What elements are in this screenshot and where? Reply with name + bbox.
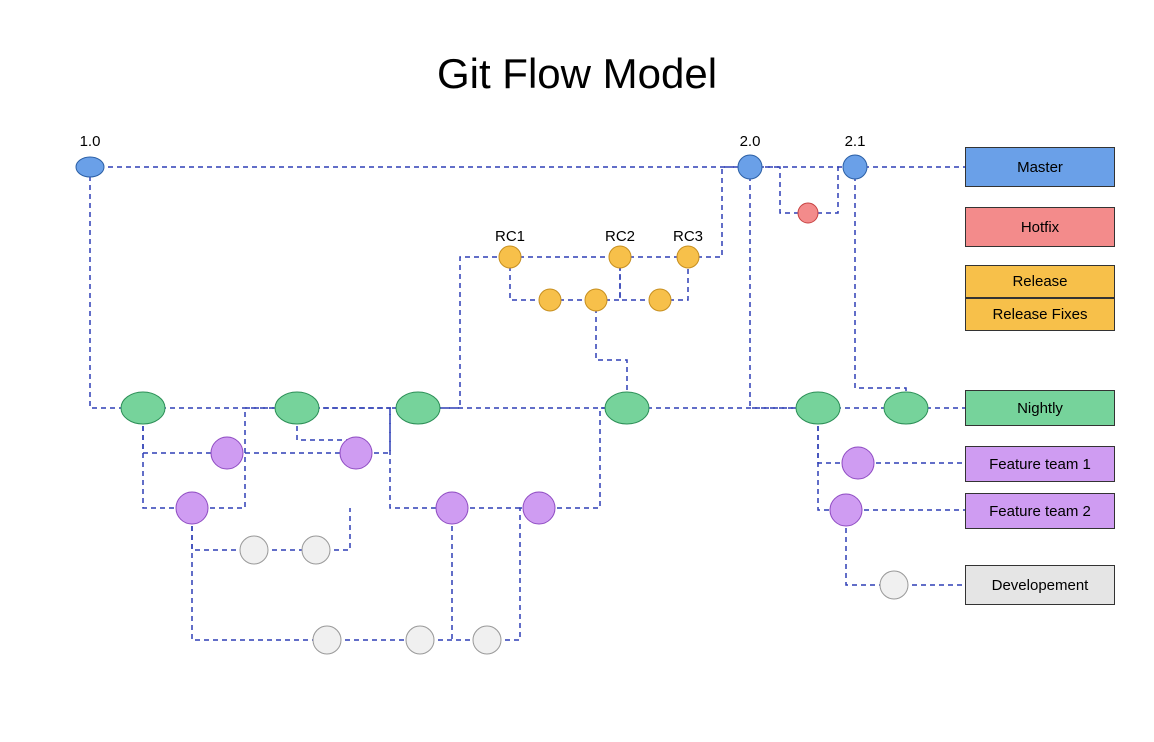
edge-2.1-nightly	[855, 167, 906, 408]
lane-box-master: Master	[965, 147, 1115, 187]
node-nightly-1	[121, 392, 165, 424]
node-nightly-2	[275, 392, 319, 424]
lane-label-nightly: Nightly	[1017, 400, 1063, 417]
node-rc2	[609, 246, 631, 268]
node-dev-5	[473, 626, 501, 654]
node-f2-a	[176, 492, 208, 524]
node-dev-3	[313, 626, 341, 654]
label-2.1: 2.1	[845, 133, 866, 150]
lane-box-nightly: Nightly	[965, 390, 1115, 426]
node-master-2.1	[843, 155, 867, 179]
node-rc1	[499, 246, 521, 268]
label-1.0: 1.0	[80, 133, 101, 150]
edge-f2a-n2	[192, 408, 297, 508]
node-f1-b	[340, 437, 372, 469]
lane-box-hotfix: Hotfix	[965, 207, 1115, 247]
node-dev-1	[240, 536, 268, 564]
edge-dev5-f2c	[487, 508, 539, 640]
label-2.0: 2.0	[740, 133, 761, 150]
label-rc2: RC2	[605, 228, 635, 245]
lane-label-master: Master	[1017, 159, 1063, 176]
node-dev-6	[880, 571, 908, 599]
node-f2-d	[830, 494, 862, 526]
lane-label-release: Release	[1012, 273, 1067, 290]
node-relfix-1	[539, 289, 561, 311]
node-relfix-2	[585, 289, 607, 311]
node-f2-c	[523, 492, 555, 524]
edge-n2-f2b	[297, 408, 452, 508]
label-rc1: RC1	[495, 228, 525, 245]
edge-relfix-nightly	[596, 300, 627, 408]
label-rc3: RC3	[673, 228, 703, 245]
node-master-2.0	[738, 155, 762, 179]
edge-f2c-n4	[539, 408, 627, 508]
node-dev-2	[302, 536, 330, 564]
node-f1-c	[842, 447, 874, 479]
node-rc3	[677, 246, 699, 268]
node-master-1.0	[76, 157, 104, 177]
lane-box-feature1: Feature team 1	[965, 446, 1115, 482]
node-nightly-4	[605, 392, 649, 424]
lane-label-feature2: Feature team 2	[989, 503, 1091, 520]
diagram-canvas: Git Flow Model 1.0 2.0 2.1 RC1 RC2 RC3 M…	[0, 0, 1154, 742]
diagram-svg	[0, 0, 1154, 742]
lane-label-feature1: Feature team 1	[989, 456, 1091, 473]
edge-1.0-to-nightly	[90, 167, 143, 408]
lane-box-feature2: Feature team 2	[965, 493, 1115, 529]
lane-label-dev: Developement	[992, 577, 1089, 594]
node-nightly-6	[884, 392, 928, 424]
edge-nightly-to-rc1	[418, 257, 510, 408]
node-f1-a	[211, 437, 243, 469]
node-f2-b	[436, 492, 468, 524]
lane-box-release: Release	[965, 265, 1115, 298]
node-hotfix	[798, 203, 818, 223]
lane-label-hotfix: Hotfix	[1021, 219, 1059, 236]
lane-box-release-fixes: Release Fixes	[965, 298, 1115, 331]
node-relfix-3	[649, 289, 671, 311]
node-nightly-3	[396, 392, 440, 424]
node-nightly-5	[796, 392, 840, 424]
diagram-title: Git Flow Model	[0, 50, 1154, 98]
lane-label-release-fixes: Release Fixes	[992, 306, 1087, 323]
lane-box-dev: Developement	[965, 565, 1115, 605]
node-dev-4	[406, 626, 434, 654]
edge-f2a-dev3	[192, 508, 327, 640]
